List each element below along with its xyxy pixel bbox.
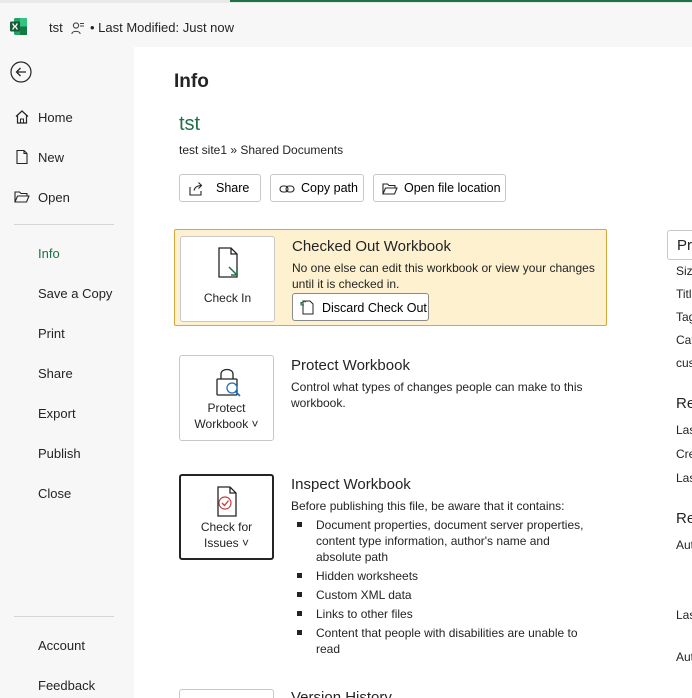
new-document-icon [16,149,28,165]
nav-home-label: Home [38,109,73,125]
back-arrow-icon[interactable] [10,61,32,83]
property-label: Size [676,264,692,278]
check-for-issues-label1: Check for [200,520,253,534]
property-label: Aut [676,650,692,664]
home-icon [15,110,29,124]
protect-workbook-tile-label1: Protect [207,401,246,415]
property-label: Las [676,608,692,622]
nav-divider-bottom [14,616,114,617]
discard-check-out-label: Discard Check Out [322,301,427,315]
inspect-workbook-desc: Before publishing this file, be aware th… [291,499,565,513]
nav-new[interactable]: New [0,141,134,173]
nav-export-label: Export [38,405,76,421]
list-item: Hidden worksheets [291,568,591,584]
property-label: Las [676,471,692,485]
check-for-issues-tile[interactable]: Check for Issues ˅ [179,474,274,560]
link-icon [279,185,295,193]
property-label: Las [676,423,692,437]
nav-save-a-copy[interactable]: Save a Copy [0,277,134,309]
version-history-title: Version History [291,689,392,698]
open-file-location-button[interactable]: Open file location [373,174,506,202]
check-in-tile[interactable]: Check In [180,236,275,322]
last-modified-status: • Last Modified: Just now [90,20,235,35]
copy-path-label: Copy path [301,181,358,195]
list-item: Content that people with disabilities ar… [291,625,591,657]
check-in-label: Check In [203,291,252,305]
nav-close[interactable]: Close [0,477,134,509]
shared-user-icon[interactable] [71,21,85,35]
page-title: Info [174,71,209,92]
nav-publish[interactable]: Publish [0,437,134,469]
property-label: Cat [676,333,692,347]
backstage-nav: Home New Open Info Save a Copy Print Sha… [0,47,134,698]
nav-account[interactable]: Account [0,629,134,661]
protect-workbook-desc: Control what types of changes people can… [291,380,583,410]
checked-out-title: Checked Out Workbook [292,238,451,255]
protect-workbook-title: Protect Workbook [291,357,410,374]
check-in-icon [217,247,238,278]
discard-check-out-icon [300,300,314,315]
nav-account-label: Account [38,637,85,653]
excel-logo-icon [10,18,27,35]
nav-close-label: Close [38,485,72,501]
list-item: Document properties, document server pro… [291,517,591,565]
nav-share[interactable]: Share [0,357,134,389]
version-history-tile[interactable] [179,689,274,698]
nav-home[interactable]: Home [0,101,134,133]
title-bar: tst • Last Modified: Just now [0,3,692,47]
inspect-workbook-title: Inspect Workbook [291,476,411,493]
check-for-issues-label2: Issues ˅ [203,536,250,550]
lock-icon [215,368,241,397]
property-label: cus [676,356,692,370]
properties-header[interactable]: Pro [667,230,692,260]
related-dates-header: Re [676,395,692,412]
protect-workbook-section: Protect Workbook ˅ Protect Workbook Cont… [174,349,607,449]
window-file-name: tst [49,20,63,35]
folder-open-icon [14,191,30,203]
properties-panel: Pro Size Title Tags Cat cus Re Las Cre L… [667,230,692,690]
nav-open[interactable]: Open [0,181,134,213]
nav-divider [14,224,114,225]
share-icon [189,182,203,196]
nav-info[interactable]: Info [0,237,134,269]
nav-feedback-label: Feedback [38,677,96,693]
protect-workbook-tile[interactable]: Protect Workbook ˅ [179,355,274,441]
nav-export[interactable]: Export [0,397,134,429]
inspect-workbook-section: Check for Issues ˅ Inspect Workbook Befo… [174,468,607,668]
property-label: Cre [676,447,692,461]
nav-save-a-copy-label: Save a Copy [38,285,113,301]
nav-print[interactable]: Print [0,317,134,349]
property-label: Aut [676,538,692,552]
document-path: test site1 » Shared Documents [179,143,344,157]
nav-open-label: Open [38,189,70,205]
property-label: Tags [676,310,692,324]
property-label: Title [676,287,692,301]
checked-out-desc: No one else can edit this workbook or vi… [292,261,595,291]
inspect-issues-list: Document properties, document server pro… [291,517,591,660]
document-check-icon [216,486,237,517]
share-button-label: Share [216,181,250,195]
list-item: Links to other files [291,606,591,622]
nav-publish-label: Publish [38,445,81,461]
folder-open-icon [382,183,398,195]
checked-out-section: Check In Checked Out Workbook No one els… [174,229,607,326]
nav-share-label: Share [38,365,73,381]
related-people-header: Re [676,510,692,527]
info-pane: Info tst test site1 » Shared Documents S… [134,47,692,698]
share-button[interactable]: Share [179,174,261,202]
nav-feedback[interactable]: Feedback [0,669,134,698]
protect-workbook-tile-label2: Workbook ˅ [194,417,259,431]
discard-check-out-button[interactable]: Discard Check Out [292,293,429,321]
list-item: Custom XML data [291,587,591,603]
nav-print-label: Print [38,325,65,341]
nav-new-label: New [38,149,65,165]
open-file-location-label: Open file location [404,181,501,195]
document-name: tst [179,113,201,135]
nav-info-label: Info [38,245,60,261]
copy-path-button[interactable]: Copy path [270,174,364,202]
